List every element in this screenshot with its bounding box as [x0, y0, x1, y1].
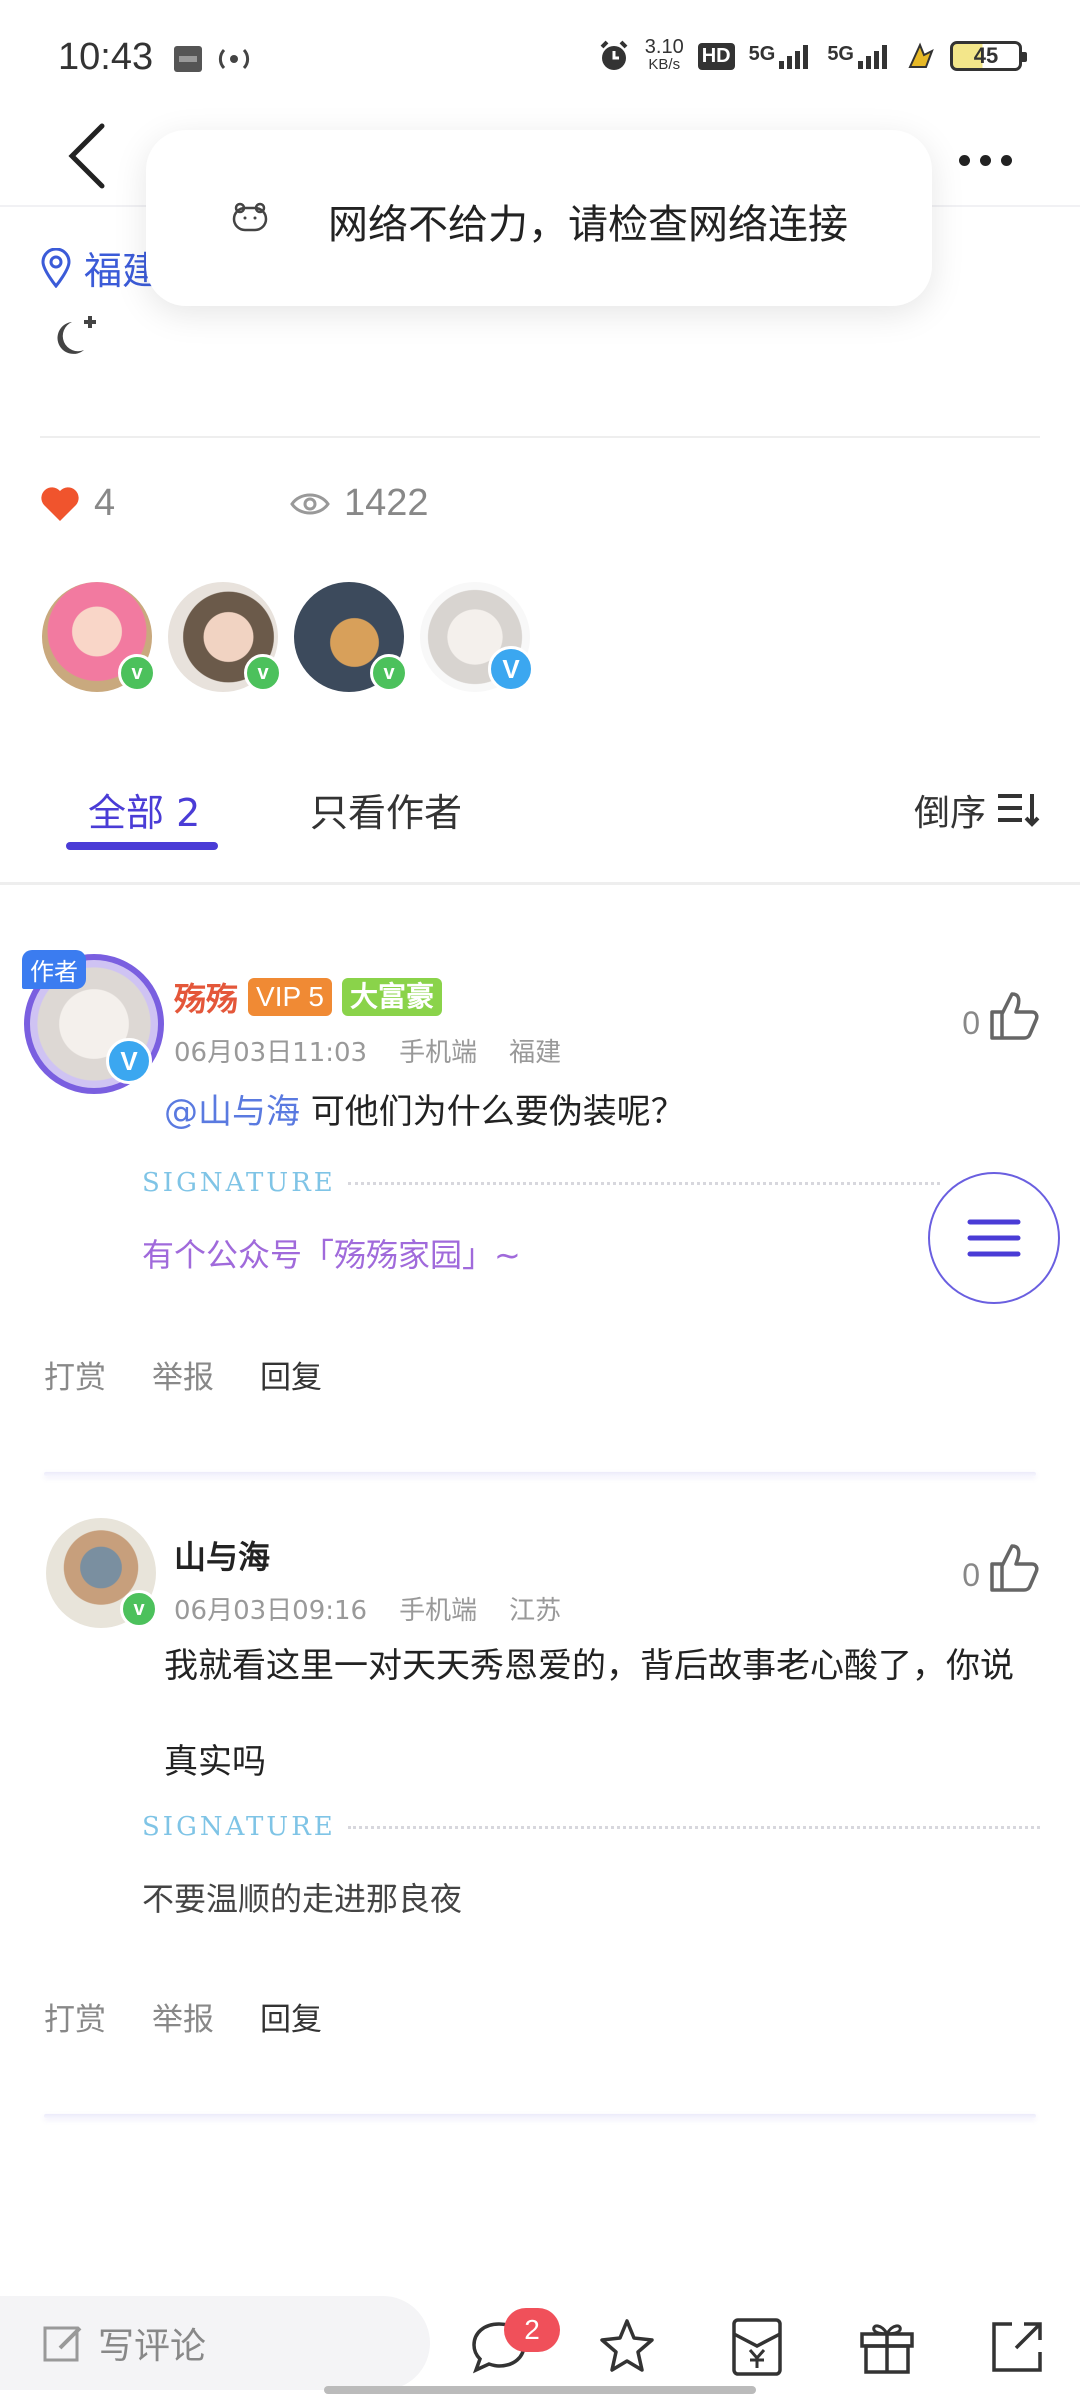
floating-menu-button[interactable]	[928, 1172, 1060, 1304]
comment-placeholder: 写评论	[98, 2326, 207, 2367]
home-indicator	[324, 2386, 756, 2394]
status-right: 3.10 KB/s HD 5G 5G 45	[597, 36, 1027, 74]
bottom-bar: 写评论 2	[0, 2296, 1080, 2400]
toast-face-icon	[232, 202, 268, 232]
comment-like-button[interactable]: 0	[962, 1542, 1040, 1594]
view-count: 1422	[344, 482, 429, 524]
list-icon	[967, 1219, 1021, 1257]
sort-icon	[998, 794, 1040, 827]
reply-button[interactable]: 回复	[260, 1352, 322, 1397]
status-time: 10:43	[58, 36, 154, 78]
verified-badge: v	[118, 654, 156, 692]
dot-icon	[1000, 154, 1012, 166]
dot-icon	[958, 154, 970, 166]
comment-separator	[44, 2114, 1036, 2118]
author-tag: 作者	[22, 950, 86, 989]
liker-avatar[interactable]: v	[294, 582, 408, 692]
commenter-name[interactable]: 山与海	[174, 1532, 270, 1578]
liker-avatar[interactable]: V	[420, 582, 534, 692]
verified-badge: V	[106, 1038, 152, 1084]
comment-header: 殇殇 VIP 5 大富豪	[174, 974, 443, 1020]
network-speed: 3.10 KB/s	[644, 36, 684, 73]
alarm-icon	[600, 40, 628, 70]
eye-icon	[290, 493, 330, 514]
verified-badge: V	[488, 646, 534, 692]
signature-text: 不要温顺的走进那良夜	[142, 1880, 463, 1918]
verified-badge: v	[244, 654, 282, 692]
comment-text: @山与海 可他们为什么要伪装呢？	[164, 1092, 685, 1132]
rich-badge: 大富豪	[342, 978, 443, 1016]
toast-message: 网络不给力，请检查网络连接	[328, 202, 848, 248]
comment-like-button[interactable]: 0	[962, 990, 1040, 1042]
add-mood-icon[interactable]	[54, 312, 102, 360]
signal-bars-icon	[858, 45, 887, 69]
dot-icon	[979, 154, 991, 166]
signature-label: SIGNATURE	[142, 1168, 336, 1198]
commenter-name[interactable]: 殇殇	[174, 974, 238, 1020]
back-button[interactable]	[60, 120, 120, 190]
verified-badge: v	[120, 1590, 158, 1628]
signal-2: 5G	[827, 43, 892, 69]
tab-author-only[interactable]: 只看作者	[310, 782, 462, 837]
liker-avatar[interactable]: v	[168, 582, 282, 692]
more-options-button[interactable]	[950, 140, 1020, 180]
comment-count-badge: 2	[504, 2308, 560, 2352]
comment-separator	[44, 1472, 1036, 1476]
reply-button[interactable]: 回复	[260, 1994, 322, 2039]
battery-indicator: 45	[950, 41, 1027, 71]
report-button[interactable]: 举报	[152, 1994, 214, 2039]
status-bar: 10:43 3.10 KB/s HD 5G 5G 45	[0, 0, 1080, 120]
thumbs-up-icon	[990, 992, 1039, 1040]
post-stats: 4 1422	[40, 482, 640, 542]
comment-header: 山与海	[174, 1532, 270, 1578]
edit-icon	[43, 2326, 82, 2362]
signature-label: SIGNATURE	[142, 1812, 336, 1842]
location-pin-icon	[41, 247, 71, 288]
mention-link[interactable]: @山与海	[164, 1092, 300, 1132]
notification-icon	[174, 46, 202, 72]
tab-all[interactable]: 全部 2	[88, 782, 200, 837]
comment-avatar[interactable]: v	[46, 1518, 158, 1628]
post-location[interactable]: 福建	[40, 240, 160, 295]
comment-actions: 打赏 举报 回复	[44, 1994, 322, 2039]
comment-input[interactable]: 写评论	[0, 2296, 430, 2390]
like-stat[interactable]: 4	[40, 482, 115, 525]
signal-bars-icon	[779, 45, 809, 69]
like-count: 4	[94, 482, 116, 524]
verified-badge: v	[370, 654, 408, 692]
tip-button[interactable]: 打赏	[44, 1994, 106, 2039]
power-saving-icon	[908, 42, 934, 68]
tip-button[interactable]: 打赏	[44, 1352, 106, 1397]
thumbs-up-icon	[990, 1544, 1039, 1592]
sort-label: 倒序	[913, 793, 986, 834]
comment-avatar[interactable]: 作者 V	[22, 950, 164, 1094]
hotspot-icon	[218, 48, 250, 70]
signal-1: 5G	[749, 43, 814, 69]
tab-underline	[66, 842, 218, 850]
report-button[interactable]: 举报	[152, 1352, 214, 1397]
signature-text: 有个公众号「殇殇家园」~	[142, 1236, 521, 1274]
comment-tabs: 全部 2 只看作者 倒序	[0, 770, 1080, 880]
comment-like-count: 0	[962, 1005, 980, 1041]
liker-avatar[interactable]: v	[42, 582, 156, 692]
view-stat: 1422	[290, 482, 429, 525]
star-icon[interactable]	[596, 2316, 658, 2378]
gift-icon[interactable]	[856, 2316, 918, 2378]
comment-text: 我就看这里一对天天秀恩爱的，背后故事老心酸了，你说真实吗	[164, 1646, 1014, 1782]
signature-divider: SIGNATURE	[142, 1168, 940, 1198]
signature-divider: SIGNATURE	[142, 1812, 1040, 1842]
tabs-divider	[0, 882, 1080, 885]
share-icon[interactable]	[986, 2316, 1048, 2378]
red-packet-icon[interactable]	[726, 2316, 788, 2378]
comment-like-count: 0	[962, 1557, 980, 1593]
comment-actions: 打赏 举报 回复	[44, 1352, 322, 1397]
sort-button[interactable]: 倒序	[914, 784, 1040, 836]
hd-icon: HD	[697, 42, 735, 70]
vip-badge: VIP 5	[248, 978, 332, 1016]
heart-icon	[41, 486, 79, 521]
section-divider	[40, 436, 1040, 438]
network-error-toast: 网络不给力，请检查网络连接	[146, 130, 932, 306]
